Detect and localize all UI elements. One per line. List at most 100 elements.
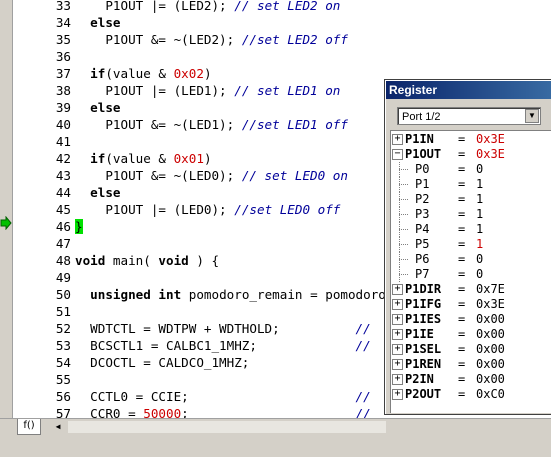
expand-icon[interactable]: + bbox=[392, 133, 403, 145]
register-row-p0[interactable]: P0 = 0 bbox=[391, 162, 551, 177]
equals-sign: = bbox=[458, 207, 466, 221]
register-value[interactable]: 0x00 bbox=[476, 327, 505, 342]
register-value[interactable]: 0x00 bbox=[476, 312, 505, 327]
expand-icon[interactable]: + bbox=[392, 358, 403, 370]
code-text[interactable]: else bbox=[75, 14, 120, 31]
register-value[interactable]: 0 bbox=[476, 162, 483, 177]
register-name: P1IN bbox=[405, 132, 434, 146]
equals-sign: = bbox=[458, 282, 466, 296]
register-window-title[interactable]: Register bbox=[386, 81, 551, 99]
line-number: 45 bbox=[55, 202, 71, 217]
register-row-p3[interactable]: P3 = 1 bbox=[391, 207, 551, 222]
register-value[interactable]: 0x3E bbox=[476, 132, 505, 147]
expand-icon[interactable]: + bbox=[392, 373, 403, 385]
register-row-p1in[interactable]: + P1IN = 0x3E bbox=[391, 132, 551, 147]
register-row-p5[interactable]: P5 = 1 bbox=[391, 237, 551, 252]
register-row-p2out[interactable]: + P2OUT = 0xC0 bbox=[391, 387, 551, 402]
collapse-icon[interactable]: − bbox=[392, 148, 403, 160]
register-row-p1ies[interactable]: + P1IES = 0x00 bbox=[391, 312, 551, 327]
horizontal-scrollbar[interactable] bbox=[68, 421, 386, 433]
function-tab[interactable]: f() bbox=[17, 419, 41, 435]
breakpoint-gutter[interactable] bbox=[0, 0, 13, 418]
code-text[interactable]: if(value & 0x01) bbox=[75, 150, 211, 167]
expand-icon[interactable]: + bbox=[392, 388, 403, 400]
register-value[interactable]: 0 bbox=[476, 267, 483, 282]
code-text[interactable]: BCSCTL1 = CALBC1_1MHZ; // bbox=[75, 337, 371, 354]
scroll-left-arrow-icon[interactable]: ◀ bbox=[52, 420, 64, 433]
code-text[interactable]: P1OUT &= ~(LED2); //set LED2 off bbox=[75, 31, 348, 48]
expand-icon[interactable]: + bbox=[392, 328, 403, 340]
register-row-p1ie[interactable]: + P1IE = 0x00 bbox=[391, 327, 551, 342]
code-text[interactable]: WDTCTL = WDTPW + WDTHOLD; // bbox=[75, 320, 371, 337]
expand-icon[interactable]: + bbox=[392, 343, 403, 355]
tree-branch bbox=[399, 274, 408, 275]
register-name: P1 bbox=[415, 177, 430, 191]
code-text[interactable]: P1OUT |= (LED1); // set LED1 on bbox=[75, 82, 340, 99]
line-number: 41 bbox=[55, 134, 71, 149]
code-text[interactable]: P1OUT |= (LED2); // set LED2 on bbox=[75, 0, 340, 14]
equals-sign: = bbox=[458, 357, 466, 371]
register-row-p1ifg[interactable]: + P1IFG = 0x3E bbox=[391, 297, 551, 312]
register-row-p4[interactable]: P4 = 1 bbox=[391, 222, 551, 237]
register-name: P5 bbox=[415, 237, 430, 251]
register-group-select[interactable]: Port 1/2 ▼ bbox=[397, 107, 541, 125]
register-value[interactable]: 0x3E bbox=[476, 297, 505, 312]
code-text[interactable]: P1OUT |= (LED0); //set LED0 off bbox=[75, 201, 340, 218]
code-text[interactable]: P1OUT &= ~(LED0); // set LED0 on bbox=[75, 167, 348, 184]
code-text[interactable]: if(value & 0x02) bbox=[75, 65, 211, 82]
line-number: 57 bbox=[55, 406, 71, 418]
code-text[interactable]: else bbox=[75, 184, 120, 201]
register-value[interactable]: 0x00 bbox=[476, 372, 505, 387]
code-text[interactable]: unsigned int pomodoro_remain = pomodoro bbox=[75, 286, 386, 303]
dropdown-arrow-icon[interactable]: ▼ bbox=[525, 109, 539, 123]
code-text[interactable]: CCR0 = 50000; // bbox=[75, 405, 371, 418]
register-name: P0 bbox=[415, 162, 430, 176]
register-row-p2[interactable]: P2 = 1 bbox=[391, 192, 551, 207]
code-text[interactable]: CCTL0 = CCIE; // bbox=[75, 388, 371, 405]
expand-icon[interactable]: + bbox=[392, 313, 403, 325]
line-number: 35 bbox=[55, 32, 71, 47]
register-row-p1[interactable]: P1 = 1 bbox=[391, 177, 551, 192]
equals-sign: = bbox=[458, 327, 466, 341]
line-number: 48 bbox=[55, 253, 71, 268]
equals-sign: = bbox=[458, 237, 466, 251]
register-value[interactable]: 1 bbox=[476, 207, 483, 222]
line-number: 56 bbox=[55, 389, 71, 404]
register-value[interactable]: 0x00 bbox=[476, 342, 505, 357]
register-value[interactable]: 0x3E bbox=[476, 147, 505, 162]
register-value[interactable]: 0xC0 bbox=[476, 387, 505, 402]
expand-icon[interactable]: + bbox=[392, 298, 403, 310]
register-name: P1REN bbox=[405, 357, 442, 371]
register-row-p1ren[interactable]: + P1REN = 0x00 bbox=[391, 357, 551, 372]
code-text[interactable]: P1OUT &= ~(LED1); //set LED1 off bbox=[75, 116, 348, 133]
register-value[interactable]: 1 bbox=[476, 222, 483, 237]
register-value[interactable]: 1 bbox=[476, 192, 483, 207]
register-value[interactable]: 1 bbox=[476, 177, 483, 192]
register-name: P1IFG bbox=[405, 297, 442, 311]
code-text[interactable]: } bbox=[75, 218, 83, 235]
code-text[interactable]: void main( void ) { bbox=[75, 252, 219, 269]
code-text[interactable]: DCOCTL = CALDCO_1MHZ; bbox=[75, 354, 249, 371]
expand-icon[interactable]: + bbox=[392, 283, 403, 295]
register-name: P1SEL bbox=[405, 342, 442, 356]
line-number: 50 bbox=[55, 287, 71, 302]
register-row-p1out[interactable]: − P1OUT = 0x3E bbox=[391, 147, 551, 162]
register-name: P4 bbox=[415, 222, 430, 236]
register-group-value: Port 1/2 bbox=[402, 111, 441, 123]
register-value[interactable]: 0 bbox=[476, 252, 483, 267]
equals-sign: = bbox=[458, 192, 466, 206]
register-value[interactable]: 0x7E bbox=[476, 282, 505, 297]
code-text[interactable]: else bbox=[75, 99, 120, 116]
tree-branch bbox=[399, 229, 408, 230]
register-row-p1sel[interactable]: + P1SEL = 0x00 bbox=[391, 342, 551, 357]
register-value[interactable]: 0x00 bbox=[476, 357, 505, 372]
register-window[interactable]: Register Port 1/2 ▼ + P1IN = 0x3E − P1OUT = 0x3… bbox=[384, 79, 551, 415]
tree-branch bbox=[399, 169, 408, 170]
register-row-p2in[interactable]: + P2IN = 0x00 bbox=[391, 372, 551, 387]
tree-branch bbox=[399, 199, 408, 200]
register-list[interactable]: + P1IN = 0x3E − P1OUT = 0x3E P0 = 0 P1 = 1 P2 = 1 P3 = 1 P4 =… bbox=[390, 130, 551, 413]
register-row-p1dir[interactable]: + P1DIR = 0x7E bbox=[391, 282, 551, 297]
register-row-p7[interactable]: P7 = 0 bbox=[391, 267, 551, 282]
register-value[interactable]: 1 bbox=[476, 237, 483, 252]
register-row-p6[interactable]: P6 = 0 bbox=[391, 252, 551, 267]
